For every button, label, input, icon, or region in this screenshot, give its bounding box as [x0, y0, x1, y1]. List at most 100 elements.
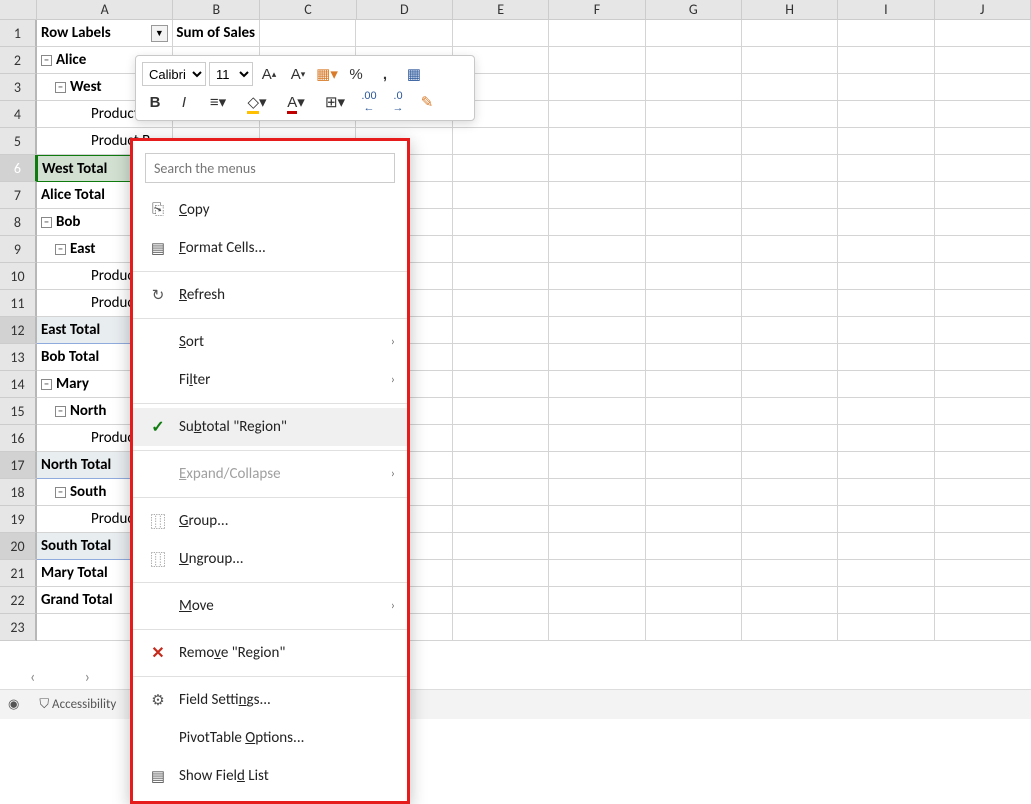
cell[interactable] — [549, 506, 645, 533]
cell[interactable] — [935, 371, 1031, 398]
cell[interactable] — [935, 506, 1031, 533]
cell[interactable] — [838, 344, 934, 371]
cell[interactable] — [646, 20, 742, 47]
collapse-icon[interactable]: − — [55, 82, 66, 93]
col-header-G[interactable]: G — [646, 0, 742, 19]
cell[interactable] — [646, 290, 742, 317]
cell[interactable] — [935, 236, 1031, 263]
cell[interactable] — [453, 452, 549, 479]
cell[interactable] — [549, 371, 645, 398]
row-header[interactable]: 10 — [0, 263, 37, 290]
cell[interactable] — [742, 182, 838, 209]
cell[interactable] — [549, 290, 645, 317]
cell[interactable] — [935, 74, 1031, 101]
scroll-left-icon[interactable]: ‹ — [30, 668, 35, 687]
cell[interactable] — [453, 236, 549, 263]
row-header[interactable]: 3 — [0, 74, 37, 101]
col-header-A[interactable]: A — [37, 0, 173, 19]
cell[interactable] — [549, 479, 645, 506]
col-header-C[interactable]: C — [260, 0, 356, 19]
cell[interactable] — [838, 506, 934, 533]
cell[interactable] — [935, 398, 1031, 425]
format-painter-icon[interactable]: ✎ — [414, 90, 440, 114]
cell[interactable] — [646, 236, 742, 263]
cell[interactable] — [646, 614, 742, 641]
cell[interactable] — [742, 398, 838, 425]
col-header-D[interactable]: D — [357, 0, 453, 19]
cell[interactable] — [646, 155, 742, 182]
cell[interactable] — [646, 398, 742, 425]
cell[interactable] — [646, 263, 742, 290]
cell[interactable] — [935, 344, 1031, 371]
cell[interactable] — [549, 155, 645, 182]
row-header[interactable]: 1 — [0, 20, 37, 47]
cell[interactable] — [356, 20, 452, 47]
menu-item[interactable]: ↻Refresh — [133, 276, 407, 314]
cell[interactable] — [453, 425, 549, 452]
menu-item[interactable]: Sort› — [133, 323, 407, 361]
borders-icon[interactable]: ⊞▾ — [317, 90, 353, 114]
increase-decimal-icon[interactable]: .00← — [356, 90, 382, 114]
cell[interactable] — [260, 20, 356, 47]
cell[interactable] — [549, 317, 645, 344]
cell[interactable] — [549, 74, 645, 101]
comma-icon[interactable]: , — [372, 62, 398, 86]
merge-icon[interactable]: ▦ — [401, 62, 427, 86]
scroll-right-icon[interactable]: › — [85, 668, 90, 687]
cell[interactable] — [838, 560, 934, 587]
row-header[interactable]: 14 — [0, 371, 37, 398]
cell[interactable] — [838, 263, 934, 290]
cell[interactable] — [742, 209, 838, 236]
record-macro-icon[interactable]: ◉ — [8, 697, 19, 712]
cell[interactable] — [742, 452, 838, 479]
cell[interactable] — [935, 47, 1031, 74]
collapse-icon[interactable]: − — [41, 217, 52, 228]
cell[interactable] — [742, 74, 838, 101]
cell[interactable] — [646, 128, 742, 155]
font-color-icon[interactable]: A▾ — [278, 90, 314, 114]
col-header-B[interactable]: B — [173, 0, 260, 19]
cell[interactable] — [935, 479, 1031, 506]
menu-item[interactable]: Filter› — [133, 361, 407, 399]
align-icon[interactable]: ≡▾ — [200, 90, 236, 114]
cell[interactable] — [838, 317, 934, 344]
cell[interactable] — [935, 614, 1031, 641]
row-header[interactable]: 7 — [0, 182, 37, 209]
cell[interactable] — [453, 479, 549, 506]
cell[interactable] — [549, 236, 645, 263]
cell[interactable] — [646, 182, 742, 209]
row-header[interactable]: 16 — [0, 425, 37, 452]
cell[interactable] — [742, 20, 838, 47]
font-size-select[interactable]: 11 — [209, 62, 253, 86]
cell[interactable] — [742, 614, 838, 641]
cell[interactable] — [453, 344, 549, 371]
cell[interactable] — [838, 236, 934, 263]
row-header[interactable]: 22 — [0, 587, 37, 614]
row-header[interactable]: 18 — [0, 479, 37, 506]
row-header[interactable]: 9 — [0, 236, 37, 263]
cell[interactable] — [838, 398, 934, 425]
cell[interactable] — [549, 47, 645, 74]
row-header[interactable]: 4 — [0, 101, 37, 128]
cell[interactable] — [453, 290, 549, 317]
percent-icon[interactable]: % — [343, 62, 369, 86]
cell[interactable] — [935, 20, 1031, 47]
cell[interactable]: Row Labels▼ — [37, 20, 173, 47]
cell[interactable] — [742, 236, 838, 263]
fill-color-icon[interactable]: ◇▾ — [239, 90, 275, 114]
cell[interactable] — [935, 425, 1031, 452]
cell[interactable] — [838, 101, 934, 128]
cell[interactable] — [838, 155, 934, 182]
row-header[interactable]: 15 — [0, 398, 37, 425]
cell[interactable] — [742, 128, 838, 155]
cell[interactable]: Sum of Sales — [173, 20, 260, 47]
menu-search-input[interactable] — [145, 153, 395, 183]
menu-item[interactable]: ✕Remove "Region" — [133, 634, 407, 672]
cell[interactable] — [549, 128, 645, 155]
cell[interactable] — [646, 371, 742, 398]
cell[interactable] — [453, 614, 549, 641]
cell[interactable] — [838, 47, 934, 74]
row-header[interactable]: 19 — [0, 506, 37, 533]
menu-item[interactable]: Move› — [133, 587, 407, 625]
cell[interactable] — [838, 425, 934, 452]
